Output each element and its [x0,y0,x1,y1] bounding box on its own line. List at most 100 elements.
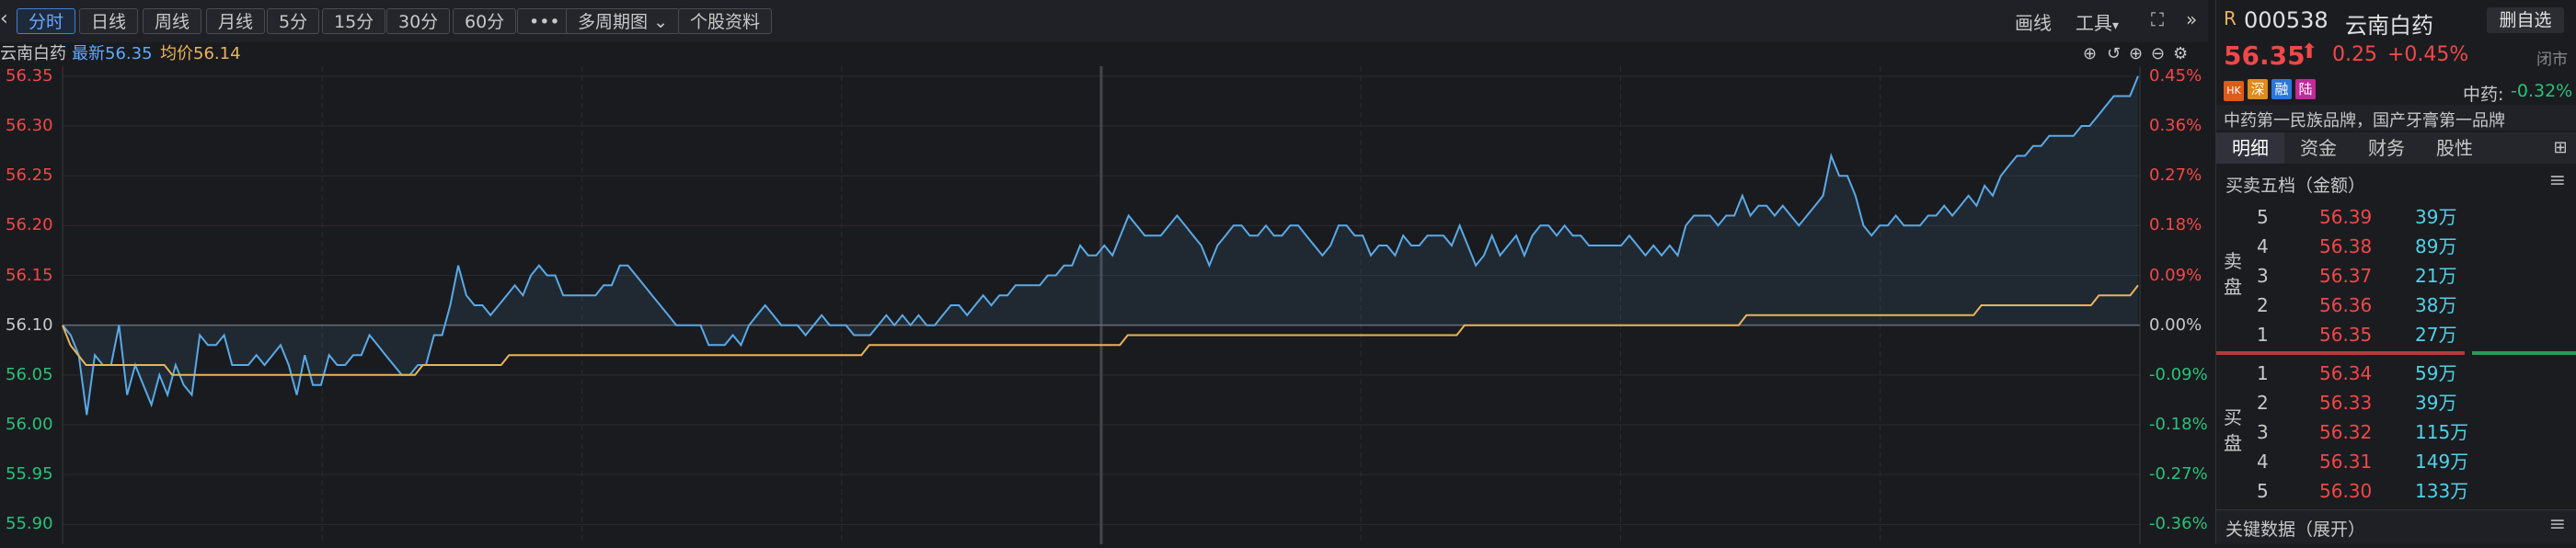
multi-period-label: 多周期图 [578,12,649,32]
tab-details[interactable]: 明细 [2216,132,2284,164]
price-change: 0.25 [2332,43,2377,66]
key-data-row[interactable]: 关键数据（展开） ≡ [2216,509,2576,543]
orderbook-title: 买卖五档（金额） [2225,176,2366,196]
price-axis-label: 56.35 [6,65,53,86]
buy-orders: 买 盘 1 56.34 59万 2 56.33 39万 3 56.32 115万 4 56.31 14… [2216,357,2576,506]
sell-order-level: 5 [2257,206,2269,228]
chart-info-row: 云南白药 最新56.35 均价56.14 ⊕ ↺ ⊕ ⊖ ⚙ [0,42,2208,66]
menu-icon[interactable]: ≡ [2549,169,2566,192]
percent-axis-label: 0.36% [2149,116,2202,135]
percent-axis-label: 0.00% [2149,314,2202,335]
period-tab-15min[interactable]: 15分 [322,8,386,34]
buy-order-amount: 133万 [2415,480,2469,502]
tab-financials[interactable]: 财务 [2352,132,2421,164]
buy-order-level: 1 [2257,362,2269,384]
chart-stock-name: 云南白药 [0,44,66,63]
intraday-chart-svg [62,66,2141,544]
undo-icon[interactable]: ↺ [2107,42,2121,66]
buy-order-level: 4 [2257,451,2269,473]
sell-order-row[interactable]: 4 56.38 89万 [2216,232,2483,261]
price-axis-label: 56.15 [6,265,53,285]
quote-header: R 000538 云南白药 删自选 [2216,7,2576,39]
bid-ask-ratio-bar [2216,351,2576,355]
buy-order-amount: 149万 [2415,451,2469,473]
sell-order-row[interactable]: 2 56.36 38万 [2216,291,2483,320]
intraday-chart[interactable] [0,66,2208,544]
buy-order-row[interactable]: 3 56.32 115万 [2216,417,2483,447]
market-prefix: R [2224,7,2237,29]
sell-order-row[interactable]: 1 56.35 27万 [2216,320,2483,349]
stock-slogan: 中药第一民族品牌，国产牙膏第一品牌 [2224,111,2505,131]
percent-axis-label: 0.18% [2149,215,2202,235]
grid-icon[interactable]: ⊞ [2549,132,2571,164]
stock-name: 云南白药 [2345,13,2433,39]
percent-axis-label: -0.27% [2149,464,2208,485]
buy-order-row[interactable]: 5 56.30 133万 [2216,476,2483,506]
period-tab-30min[interactable]: 30分 [386,8,451,34]
sell-order-amount: 27万 [2415,324,2457,346]
buy-order-price: 56.32 [2319,421,2373,443]
sell-order-row[interactable]: 3 56.37 21万 [2216,261,2483,291]
sector-change: -0.32% [2511,81,2573,101]
multi-period-dropdown[interactable]: 多周期图 ⌄ [566,8,680,34]
buy-order-row[interactable]: 2 56.33 39万 [2216,388,2483,417]
buy-order-row[interactable]: 1 56.34 59万 [2216,359,2483,388]
double-chevron-right-icon[interactable]: » [2186,8,2197,30]
tools-menu[interactable]: 工具▾ [2076,8,2119,35]
chevron-down-icon: ⌄ [653,12,668,32]
sell-order-amount: 21万 [2415,265,2457,287]
percent-axis-label: -0.36% [2149,514,2208,534]
stock-info-button[interactable]: 个股资料 [678,8,773,34]
tag-row: HK 深融陆 中药: -0.32% [2216,79,2576,106]
arrow-up-icon: ⬆ [2301,40,2318,63]
market-status: 闭市 [2536,51,2568,69]
sell-order-level: 4 [2257,235,2269,257]
sector-label[interactable]: 中药: [2463,81,2503,106]
buy-order-price: 56.33 [2319,392,2373,414]
tab-stock-character[interactable]: 股性 [2421,132,2489,164]
buy-order-level: 5 [2257,480,2269,502]
sell-order-amount: 38万 [2415,294,2457,316]
period-tab-daily[interactable]: 日线 [79,8,139,34]
price-axis-label: 56.05 [6,364,53,384]
period-tab-5min[interactable]: 5分 [267,8,320,34]
chart-toolbar: ‹ 分时 日线 周线 月线 5分 15分 30分 60分 ••• 多周期图 ⌄ … [0,0,2208,42]
zoom-out-icon[interactable]: ⊖ [2151,42,2165,66]
period-tab-monthly[interactable]: 月线 [206,8,266,34]
lock-icon[interactable]: ⊕ [2083,42,2097,66]
sell-order-level: 3 [2257,265,2269,287]
remove-watchlist-button[interactable]: 删自选 [2487,7,2564,33]
draw-line-button[interactable]: 画线 [2015,8,2052,35]
period-tab-intraday[interactable]: 分时 [17,8,76,34]
northbound-badge: 陆 [2295,79,2316,99]
tab-funds[interactable]: 资金 [2284,132,2352,164]
hk-connect-badge: HK [2224,81,2244,101]
period-tab-60min[interactable]: 60分 [453,8,517,34]
expand-icon[interactable]: ⛶ [2151,8,2164,30]
margin-badge: 融 [2271,79,2292,99]
period-tab-weekly[interactable]: 周线 [143,8,202,34]
sell-order-amount: 89万 [2415,235,2457,257]
average-price-label: 均价56.14 [160,44,241,63]
percent-axis-label: -0.09% [2149,364,2208,384]
price-axis-label: 55.90 [6,514,53,534]
sell-orders: 卖 盘 5 56.39 39万 4 56.38 89万 3 56.37 21万 2 56.36 38万… [2216,200,2576,349]
orderbook-header: 买卖五档（金额） ≡ [2216,167,2576,199]
chevron-left-icon[interactable]: ‹ [0,7,8,30]
buy-order-price: 56.31 [2319,451,2373,473]
buy-order-row[interactable]: 4 56.31 149万 [2216,447,2483,476]
percent-axis-label: 0.45% [2149,65,2202,86]
detail-tabs: 明细 资金 财务 股性 ⊞ [2216,132,2576,164]
gear-icon[interactable]: ⚙ [2173,42,2188,66]
price-axis-label: 56.10 [6,314,53,335]
price-change-pct: +0.45% [2387,43,2469,66]
sell-order-level: 1 [2257,324,2269,346]
percent-axis-label: -0.18% [2149,415,2208,434]
sell-order-price: 56.39 [2319,206,2373,228]
key-data-toggle[interactable]: 关键数据（展开） [2225,516,2365,541]
sell-order-row[interactable]: 5 56.39 39万 [2216,202,2483,232]
menu-icon[interactable]: ≡ [2549,513,2566,536]
sell-order-price: 56.36 [2319,294,2373,316]
more-periods-button[interactable]: ••• [517,8,572,34]
zoom-in-icon[interactable]: ⊕ [2129,42,2143,66]
